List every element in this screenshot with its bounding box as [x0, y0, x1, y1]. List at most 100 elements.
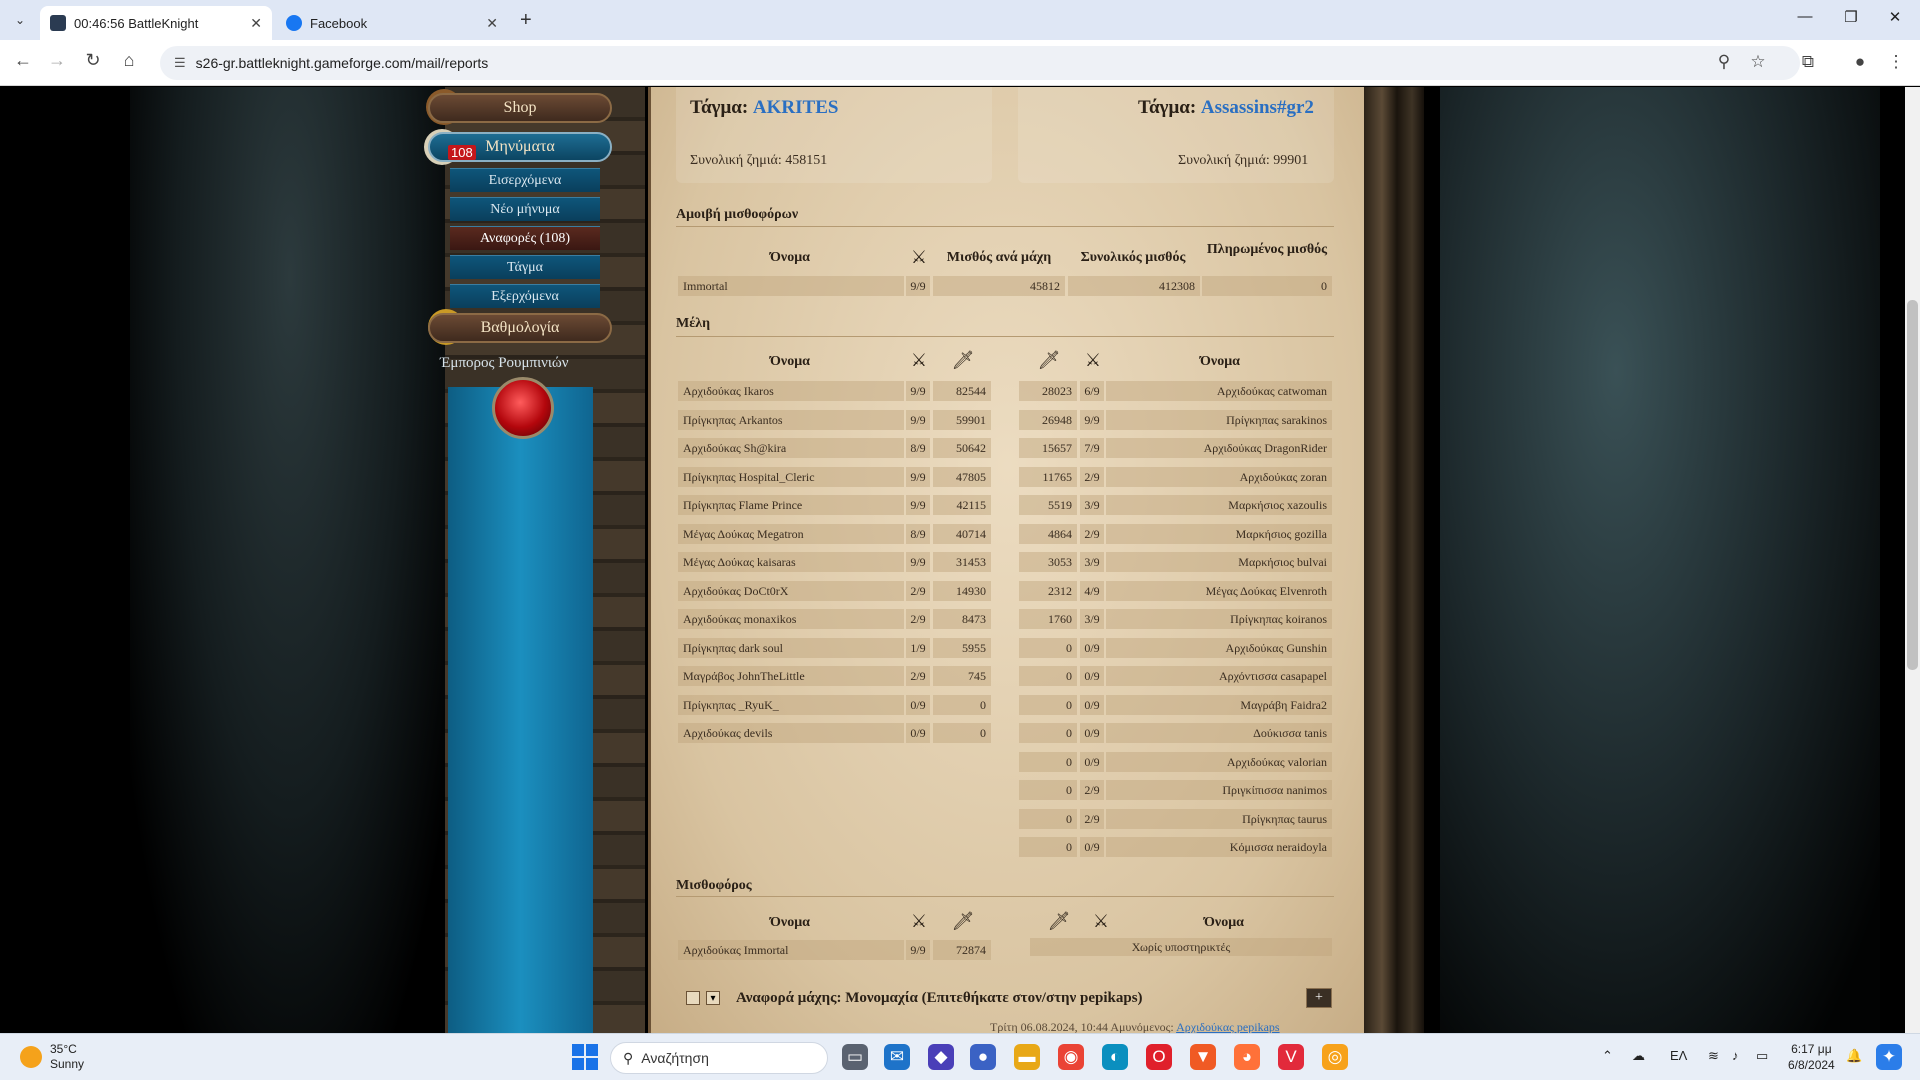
clock[interactable]: 6:17 μμ 6/8/2024	[1788, 1041, 1835, 1073]
member-left-name[interactable]: Πρίγκηπας _RyuK_	[678, 695, 904, 715]
select-checkbox[interactable]	[686, 991, 700, 1005]
task-view-icon[interactable]: ▭	[842, 1044, 868, 1070]
member-left-name[interactable]: Πρίγκηπας Arkantos	[678, 410, 904, 430]
defender-link[interactable]: Αρχιδούκας pepikaps	[1176, 1020, 1279, 1034]
tab-facebook[interactable]: Facebook ✕	[276, 6, 508, 40]
home-icon[interactable]: ⌂	[116, 50, 142, 71]
weather-widget[interactable]: 35°C Sunny	[20, 1042, 84, 1072]
member-right-name[interactable]: Μαρκήσιος xazoulis	[1106, 495, 1332, 515]
submenu-clan[interactable]: Τάγμα	[450, 255, 600, 279]
wifi-icon[interactable]: ≋	[1708, 1048, 1719, 1064]
member-right-name[interactable]: Κόμισσα neraidoyla	[1106, 837, 1332, 857]
member-right-name[interactable]: Πρίγκηπας taurus	[1106, 809, 1332, 829]
chrome-icon[interactable]: ◉	[1058, 1044, 1084, 1070]
member-left-damage: 8473	[933, 609, 991, 629]
member-right-name[interactable]: Μέγας Δούκας Elvenroth	[1106, 581, 1332, 601]
minimize-icon[interactable]: —	[1790, 8, 1820, 25]
vivaldi-icon[interactable]: V	[1278, 1044, 1304, 1070]
member-right-name[interactable]: Πρίγκηπας koiranos	[1106, 609, 1332, 629]
start-button[interactable]	[572, 1044, 598, 1070]
member-left-name[interactable]: Αρχιδούκας Ikaros	[678, 381, 904, 401]
expand-arrow-icon[interactable]: ▾	[706, 991, 720, 1005]
submenu-new-message[interactable]: Νέο μήνυμα	[450, 197, 600, 221]
merc-left-damage: 72874	[933, 940, 991, 960]
zoom-icon[interactable]: ⚲	[1712, 52, 1736, 72]
ruby-merchant-link[interactable]: Έμπορος Ρουμπινιών	[440, 355, 569, 372]
submenu-outbox[interactable]: Εξερχόμενα	[450, 284, 600, 308]
member-left-name[interactable]: Μαγράβος JohnTheLittle	[678, 666, 904, 686]
app-icon[interactable]: ◆	[928, 1044, 954, 1070]
member-left-name[interactable]: Μέγας Δούκας kaisaras	[678, 552, 904, 572]
ranking-button[interactable]: Βαθμολογία	[428, 313, 612, 343]
close-window-icon[interactable]: ✕	[1880, 8, 1910, 26]
battle-report-title[interactable]: Αναφορά μάχης: Μονομαχία (Επιτεθήκατε στ…	[736, 990, 1143, 1007]
member-right-name[interactable]: Πριγκίπισσα nanimos	[1106, 780, 1332, 800]
ruby-gem-icon[interactable]	[492, 377, 554, 439]
member-right-name[interactable]: Αρχιδούκας zoran	[1106, 467, 1332, 487]
member-right-name[interactable]: Μαγράβη Faidra2	[1106, 695, 1332, 715]
submenu-reports[interactable]: Αναφορές (108)	[450, 226, 600, 250]
clan-left-name[interactable]: AKRITES	[753, 97, 839, 118]
bookmark-star-icon[interactable]: ☆	[1746, 52, 1770, 72]
member-left-name[interactable]: Αρχιδούκας monaxikos	[678, 609, 904, 629]
forward-icon[interactable]: →	[44, 50, 70, 71]
clan-right-name[interactable]: Assassins#gr2	[1201, 97, 1314, 118]
new-tab-icon[interactable]: +	[520, 9, 532, 32]
member-left-name[interactable]: Πρίγκηπας Hospital_Cleric	[678, 467, 904, 487]
app-icon[interactable]: ●	[970, 1044, 996, 1070]
member-left-name[interactable]: Αρχιδούκας devils	[678, 723, 904, 743]
merc-left-name[interactable]: Αρχιδούκας Immortal	[678, 940, 904, 960]
member-right-name[interactable]: Αρχόντισσα casapapel	[1106, 666, 1332, 686]
edge-icon[interactable]: ◐	[1102, 1044, 1128, 1070]
profile-avatar[interactable]: ●	[1848, 52, 1872, 72]
close-tab-icon[interactable]: ✕	[250, 15, 262, 32]
member-right-name[interactable]: Μαρκήσιος gozilla	[1106, 524, 1332, 544]
reload-icon[interactable]: ↻	[80, 50, 106, 71]
member-right-name[interactable]: Αρχιδούκας catwoman	[1106, 381, 1332, 401]
onedrive-icon[interactable]: ☁	[1632, 1048, 1645, 1064]
close-tab-icon[interactable]: ✕	[486, 15, 498, 32]
member-right-name[interactable]: Μαρκήσιος bulvai	[1106, 552, 1332, 572]
member-right-damage: 0	[1019, 638, 1077, 658]
member-right-damage: 4864	[1019, 524, 1077, 544]
back-icon[interactable]: ←	[10, 50, 36, 71]
member-right-name[interactable]: Αρχιδούκας Gunshin	[1106, 638, 1332, 658]
opera-icon[interactable]: O	[1146, 1044, 1172, 1070]
shop-button[interactable]: Shop	[428, 93, 612, 123]
scrollbar-thumb[interactable]	[1907, 300, 1918, 670]
member-right-name[interactable]: Αρχιδούκας valorian	[1106, 752, 1332, 772]
member-left-name[interactable]: Πρίγκηπας Flame Prince	[678, 495, 904, 515]
submenu-inbox[interactable]: Εισερχόμενα	[450, 168, 600, 192]
payment-name[interactable]: Immortal	[678, 276, 904, 296]
member-left-name[interactable]: Μέγας Δούκας Megatron	[678, 524, 904, 544]
notifications-icon[interactable]: 🔔	[1846, 1048, 1862, 1064]
brave-icon[interactable]: ▼	[1190, 1044, 1216, 1070]
more-menu-icon[interactable]: ⋮	[1884, 52, 1908, 72]
file-explorer-icon[interactable]: ▬	[1014, 1044, 1040, 1070]
member-left-name[interactable]: Αρχιδούκας Sh@kira	[678, 438, 904, 458]
tab-search-chevron-icon[interactable]: ⌄	[8, 8, 32, 32]
member-left-name[interactable]: Αρχιδούκας DoCt0rX	[678, 581, 904, 601]
messages-label: Μηνύματα	[485, 138, 555, 155]
member-right-name[interactable]: Πρίγκηπας sarakinos	[1106, 410, 1332, 430]
show-hidden-icons-icon[interactable]: ⌃	[1602, 1048, 1613, 1064]
taskbar-search[interactable]: ⚲ Αναζήτηση	[610, 1042, 828, 1074]
firefox-icon[interactable]: ◕	[1234, 1044, 1260, 1070]
battle-report-header[interactable]: ▾ Αναφορά μάχης: Μονομαχία (Επιτεθήκατε …	[686, 986, 1336, 1010]
mail-icon[interactable]: ✉	[884, 1044, 910, 1070]
member-left-damage: 50642	[933, 438, 991, 458]
battery-icon[interactable]: ▭	[1756, 1048, 1768, 1064]
copilot-icon[interactable]: ✦	[1876, 1044, 1902, 1070]
member-right-name[interactable]: Δούκισσα tanis	[1106, 723, 1332, 743]
restore-icon[interactable]: ❐	[1836, 8, 1866, 26]
address-bar[interactable]: ☰ s26-gr.battleknight.gameforge.com/mail…	[160, 46, 1800, 80]
language-indicator[interactable]: ΕΛ	[1670, 1048, 1687, 1063]
member-right-name[interactable]: Αρχιδούκας DragonRider	[1106, 438, 1332, 458]
tab-battleknight[interactable]: 00:46:56 BattleKnight ✕	[40, 6, 272, 40]
member-left-name[interactable]: Πρίγκηπας dark soul	[678, 638, 904, 658]
volume-icon[interactable]: ♪	[1732, 1048, 1739, 1063]
site-info-icon[interactable]: ☰	[174, 55, 186, 71]
extensions-icon[interactable]: ⧉	[1796, 52, 1820, 72]
app-icon[interactable]: ◎	[1322, 1044, 1348, 1070]
expand-report-button[interactable]: +	[1306, 988, 1332, 1008]
